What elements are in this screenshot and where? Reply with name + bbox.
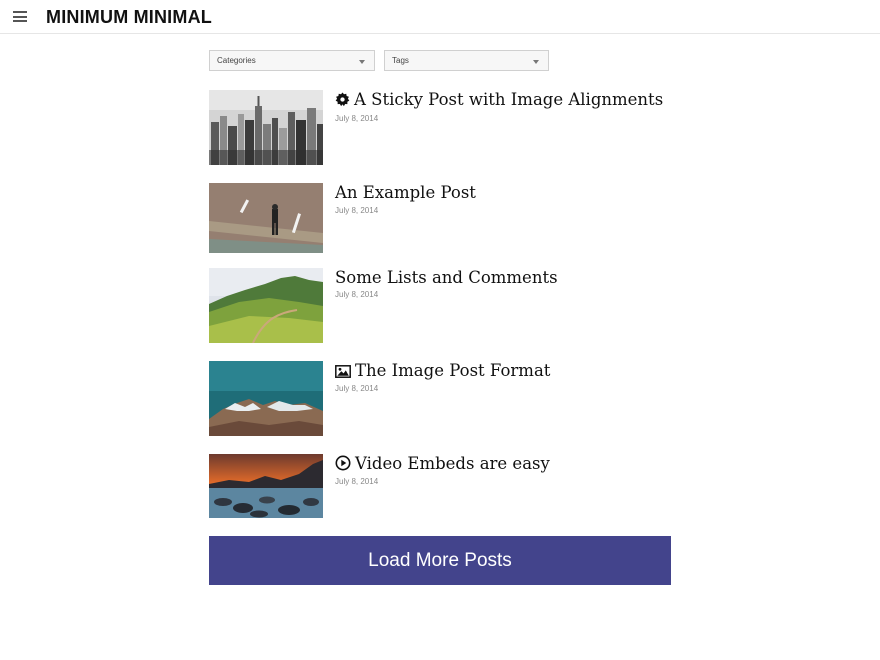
post-thumbnail-city[interactable]	[209, 90, 323, 165]
post-title[interactable]: Some Lists and Comments	[335, 268, 558, 287]
post-item: Some Lists and Comments July 8, 2014	[209, 268, 679, 343]
post-item: The Image Post Format July 8, 2014	[209, 361, 679, 436]
post-date: July 8, 2014	[335, 384, 379, 393]
post-title[interactable]: An Example Post	[335, 183, 476, 202]
post-thumbnail-hills[interactable]	[209, 268, 323, 343]
post-item: An Example Post July 8, 2014	[209, 183, 679, 253]
post-date: July 8, 2014	[335, 114, 379, 123]
post-title-text: An Example Post	[335, 183, 476, 202]
post-title[interactable]: The Image Post Format	[335, 361, 550, 382]
post-item: Video Embeds are easy July 8, 2014	[209, 454, 679, 518]
image-icon	[335, 363, 351, 382]
post-title[interactable]: A Sticky Post with Image Alignments	[335, 90, 663, 111]
tags-dropdown[interactable]: Tags	[384, 50, 549, 71]
post-thumbnail-sunset[interactable]	[209, 454, 323, 518]
chevron-down-icon	[359, 60, 365, 64]
post-date: July 8, 2014	[335, 477, 379, 486]
post-item: A Sticky Post with Image Alignments July…	[209, 90, 679, 165]
post-thumbnail-road[interactable]	[209, 183, 323, 253]
post-title-text: A Sticky Post with Image Alignments	[354, 90, 664, 109]
top-bar: MINIMUM MINIMAL	[0, 0, 880, 34]
play-circle-icon	[335, 455, 351, 475]
tags-dropdown-label: Tags	[392, 56, 409, 65]
post-thumbnail-mountains[interactable]	[209, 361, 323, 436]
categories-dropdown-label: Categories	[217, 56, 256, 65]
load-more-posts-button[interactable]: Load More Posts	[209, 536, 671, 585]
post-title-text: The Image Post Format	[355, 361, 551, 380]
post-date: July 8, 2014	[335, 206, 379, 215]
categories-dropdown[interactable]: Categories	[209, 50, 375, 71]
post-title-text: Some Lists and Comments	[335, 268, 558, 287]
hamburger-menu-icon[interactable]	[13, 11, 27, 22]
chevron-down-icon	[533, 60, 539, 64]
site-title[interactable]: MINIMUM MINIMAL	[46, 7, 212, 28]
post-date: July 8, 2014	[335, 290, 379, 299]
post-title-text: Video Embeds are easy	[355, 454, 550, 473]
post-title[interactable]: Video Embeds are easy	[335, 454, 550, 475]
sticky-badge-icon	[335, 92, 350, 111]
